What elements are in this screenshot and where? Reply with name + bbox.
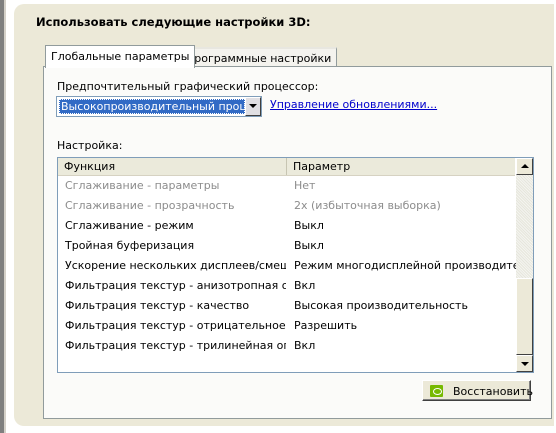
- dropdown-button[interactable]: [245, 97, 261, 116]
- feature-cell: Фильтрация текстур - отрицательное о...: [65, 319, 286, 332]
- feature-cell: Сглаживание - режим: [65, 219, 194, 232]
- table-row[interactable]: Тройная буферизация Выкл: [58, 236, 515, 256]
- column-header-value[interactable]: Параметр: [287, 158, 515, 175]
- value-cell: Разрешить: [294, 319, 358, 332]
- arrow-up-icon: [521, 164, 529, 168]
- scroll-down-button[interactable]: [516, 355, 533, 372]
- feature-cell: Фильтрация текстур - качество: [65, 299, 250, 312]
- gpu-selected-value: Высокопроизводительный процессо: [59, 99, 245, 114]
- value-cell: Выкл: [294, 239, 324, 252]
- nvidia-logo-icon: [430, 385, 443, 397]
- table-header: Функция Параметр: [58, 158, 515, 176]
- update-management-link[interactable]: Управление обновлениями...: [270, 98, 437, 111]
- value-cell: Вкл: [294, 339, 316, 352]
- value-cell: 2x (избыточная выборка): [294, 199, 441, 212]
- arrow-down-icon: [521, 362, 529, 366]
- settings-label: Настройка:: [57, 139, 123, 152]
- scroll-up-button[interactable]: [516, 158, 533, 175]
- feature-cell: Ускорение нескольких дисплеев/смеша...: [65, 259, 286, 272]
- chevron-down-icon: [249, 104, 257, 108]
- table-row[interactable]: Сглаживание - прозрачность 2x (избыточна…: [58, 196, 515, 216]
- gpu-select[interactable]: Высокопроизводительный процессо: [56, 96, 262, 117]
- feature-cell: Сглаживание - прозрачность: [65, 199, 235, 212]
- table-row[interactable]: Фильтрация текстур - отрицательное о... …: [58, 316, 515, 336]
- settings-table: Функция Параметр Сглаживание - параметры…: [57, 157, 534, 373]
- window-left-edge: [4, 0, 6, 433]
- table-row[interactable]: Сглаживание - параметры Нет: [58, 176, 515, 196]
- gpu-label: Предпочтительный графический процессор:: [57, 80, 319, 93]
- table-row[interactable]: Фильтрация текстур - трилинейная опт... …: [58, 336, 515, 356]
- table-row[interactable]: Ускорение нескольких дисплеев/смеша... Р…: [58, 256, 516, 276]
- value-cell: Выкл: [294, 219, 324, 232]
- feature-cell: Фильтрация текстур - анизотропная оп...: [65, 279, 286, 292]
- feature-cell: Сглаживание - параметры: [65, 179, 220, 192]
- column-header-feature[interactable]: Функция: [58, 158, 287, 175]
- table-row[interactable]: Фильтрация текстур - качество Высокая пр…: [58, 296, 515, 316]
- value-cell: Высокая производительность: [294, 299, 468, 312]
- feature-cell: Тройная буферизация: [65, 239, 195, 252]
- value-cell: Вкл: [294, 279, 316, 292]
- tab-global-settings[interactable]: Глобальные параметры: [45, 45, 196, 68]
- table-rows: Сглаживание - параметры Нет Сглаживание …: [58, 176, 516, 356]
- table-row[interactable]: Сглаживание - режим Выкл: [58, 216, 515, 236]
- vertical-scrollbar[interactable]: [516, 158, 533, 372]
- restore-button-label: Восстановить: [453, 385, 533, 398]
- tab-program-settings[interactable]: Программные настройки: [180, 47, 338, 68]
- value-cell: Режим многодисплейной производител...: [294, 259, 516, 272]
- feature-cell: Фильтрация текстур - трилинейная опт...: [65, 339, 286, 352]
- table-row[interactable]: Фильтрация текстур - анизотропная оп... …: [58, 276, 515, 296]
- restore-button[interactable]: Восстановить: [422, 380, 533, 401]
- value-cell: Нет: [294, 179, 316, 192]
- scrollbar-thumb[interactable]: [516, 278, 533, 355]
- section-title: Использовать следующие настройки 3D:: [36, 15, 311, 29]
